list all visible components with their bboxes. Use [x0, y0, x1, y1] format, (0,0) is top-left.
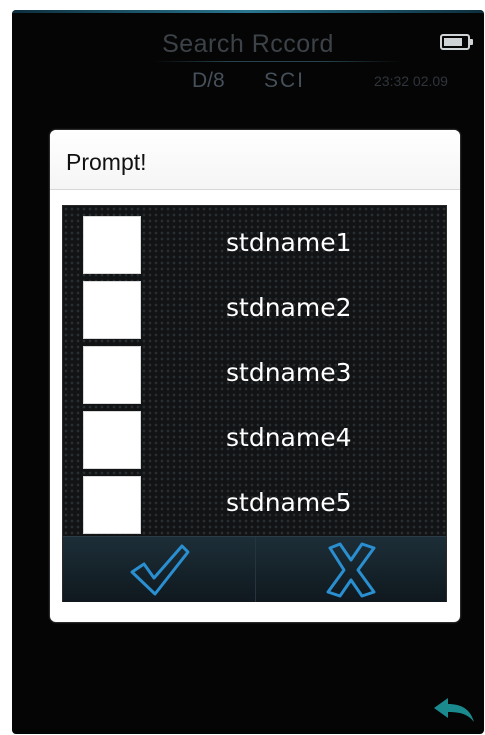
option-checkbox[interactable]: [83, 346, 141, 404]
prompt-dialog: Prompt! stdname1 stdname2 stdname3 stdna…: [50, 130, 460, 622]
option-label: stdname4: [226, 423, 352, 452]
option-item[interactable]: stdname4: [83, 411, 433, 469]
device-screen: Search Rccord D/8 SCI 23:32 02.09 Prompt…: [12, 10, 484, 734]
option-item[interactable]: stdname3: [83, 346, 433, 404]
option-checkbox[interactable]: [83, 476, 141, 534]
clock: 23:32 02.09: [374, 73, 448, 89]
option-item[interactable]: stdname2: [83, 281, 433, 339]
checkmark-icon: [92, 228, 134, 263]
back-arrow-icon: [434, 698, 474, 722]
cancel-button[interactable]: [254, 537, 447, 602]
option-label: stdname3: [226, 358, 352, 387]
option-item[interactable]: stdname1: [83, 216, 433, 274]
option-label: stdname1: [226, 228, 352, 257]
option-label: stdname5: [226, 488, 352, 517]
cross-icon: [326, 542, 376, 597]
checkmark-icon: [130, 544, 190, 595]
measure-mode: SCI: [264, 69, 306, 92]
option-list: stdname1 stdname2 stdname3 stdname4 stdn…: [62, 205, 447, 602]
top-bezel-highlight: [12, 10, 484, 13]
confirm-button[interactable]: [63, 537, 255, 602]
dialog-button-bar: [63, 536, 446, 602]
page-title: Search Rccord: [162, 30, 334, 58]
dialog-title: Prompt!: [50, 130, 460, 190]
option-item[interactable]: stdname5: [83, 476, 433, 534]
option-label: stdname2: [226, 293, 352, 322]
title-divider: [152, 61, 402, 62]
measure-geometry: D/8: [192, 69, 225, 92]
back-button[interactable]: [432, 696, 476, 726]
battery-icon: [440, 34, 473, 50]
option-checkbox[interactable]: [83, 411, 141, 469]
option-checkbox[interactable]: [83, 216, 141, 274]
option-checkbox[interactable]: [83, 281, 141, 339]
